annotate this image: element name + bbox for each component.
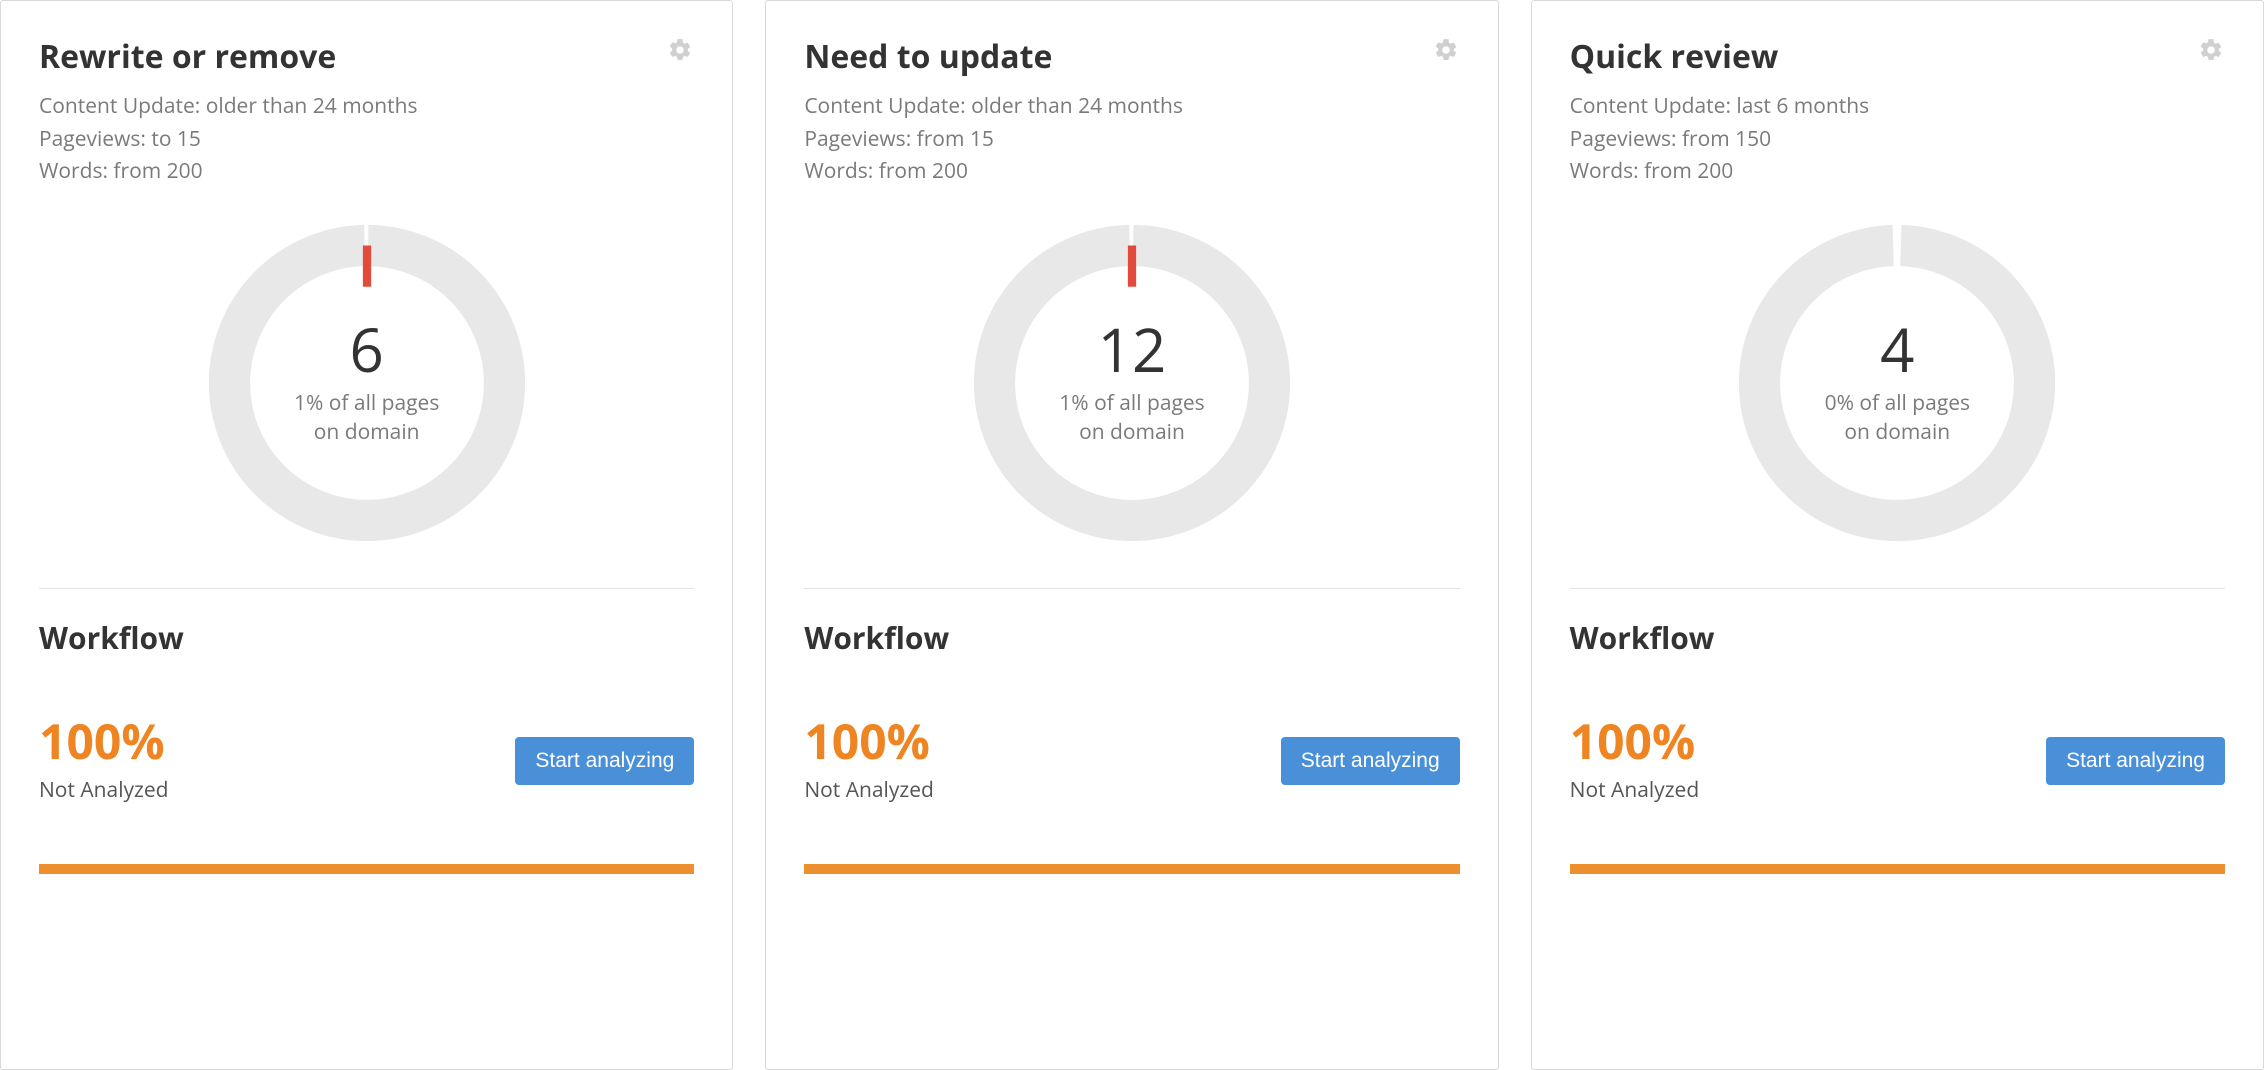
donut-percent-line: 0% of all pages — [1825, 389, 1970, 417]
criteria-words: Words: from 200 — [804, 155, 1459, 188]
card-quick-review: Quick review Content Update: last 6 mont… — [1531, 0, 2264, 1070]
donut-domain-line: on domain — [294, 418, 439, 446]
criteria-words: Words: from 200 — [1570, 155, 2225, 188]
card-need-to-update: Need to update Content Update: older tha… — [765, 0, 1498, 1070]
criteria-words: Words: from 200 — [39, 155, 694, 188]
card-criteria: Content Update: last 6 months Pageviews:… — [1570, 90, 2225, 188]
gear-icon — [667, 37, 693, 66]
settings-button[interactable] — [666, 37, 694, 65]
donut-count: 6 — [350, 319, 384, 379]
card-title: Quick review — [1570, 35, 2225, 78]
workflow-row: 100% Not Analyzed Start analyzing — [1570, 718, 2225, 804]
donut-chart: 4 0% of all pages on domain — [1570, 218, 2225, 548]
criteria-pageviews: Pageviews: from 150 — [1570, 123, 2225, 156]
divider — [1570, 588, 2225, 589]
workflow-progress-bar — [804, 864, 1459, 874]
start-analyzing-button[interactable]: Start analyzing — [2046, 737, 2225, 785]
donut-percent-line: 1% of all pages — [1059, 389, 1204, 417]
card-header: Quick review — [1570, 35, 2225, 78]
gear-icon — [2198, 37, 2224, 66]
start-analyzing-button[interactable]: Start analyzing — [1281, 737, 1460, 785]
workflow-percent: 100% — [1570, 718, 1700, 766]
workflow-status: Not Analyzed — [804, 776, 934, 804]
workflow-status: Not Analyzed — [1570, 776, 1700, 804]
card-rewrite-or-remove: Rewrite or remove Content Update: older … — [0, 0, 733, 1070]
workflow-percent: 100% — [39, 718, 169, 766]
card-header: Need to update — [804, 35, 1459, 78]
donut-domain-line: on domain — [1059, 418, 1204, 446]
card-criteria: Content Update: older than 24 months Pag… — [804, 90, 1459, 188]
divider — [39, 588, 694, 589]
card-title: Rewrite or remove — [39, 35, 694, 78]
card-criteria: Content Update: older than 24 months Pag… — [39, 90, 694, 188]
settings-button[interactable] — [1432, 37, 1460, 65]
start-analyzing-button[interactable]: Start analyzing — [515, 737, 694, 785]
workflow-percent: 100% — [804, 718, 934, 766]
donut-count: 4 — [1880, 319, 1914, 379]
cards-container: Rewrite or remove Content Update: older … — [0, 0, 2264, 1070]
criteria-content-update: Content Update: older than 24 months — [804, 90, 1459, 123]
criteria-pageviews: Pageviews: from 15 — [804, 123, 1459, 156]
card-title: Need to update — [804, 35, 1459, 78]
workflow-heading: Workflow — [1570, 617, 2225, 658]
workflow-status: Not Analyzed — [39, 776, 169, 804]
donut-chart: 6 1% of all pages on domain — [39, 218, 694, 548]
donut-chart: 12 1% of all pages on domain — [804, 218, 1459, 548]
workflow-progress-bar — [1570, 864, 2225, 874]
workflow-heading: Workflow — [804, 617, 1459, 658]
workflow-row: 100% Not Analyzed Start analyzing — [39, 718, 694, 804]
workflow-row: 100% Not Analyzed Start analyzing — [804, 718, 1459, 804]
settings-button[interactable] — [2197, 37, 2225, 65]
workflow-progress-bar — [39, 864, 694, 874]
donut-count: 12 — [1098, 319, 1167, 379]
card-header: Rewrite or remove — [39, 35, 694, 78]
criteria-pageviews: Pageviews: to 15 — [39, 123, 694, 156]
donut-percent-line: 1% of all pages — [294, 389, 439, 417]
divider — [804, 588, 1459, 589]
donut-domain-line: on domain — [1825, 418, 1970, 446]
criteria-content-update: Content Update: older than 24 months — [39, 90, 694, 123]
criteria-content-update: Content Update: last 6 months — [1570, 90, 2225, 123]
gear-icon — [1433, 37, 1459, 66]
workflow-heading: Workflow — [39, 617, 694, 658]
